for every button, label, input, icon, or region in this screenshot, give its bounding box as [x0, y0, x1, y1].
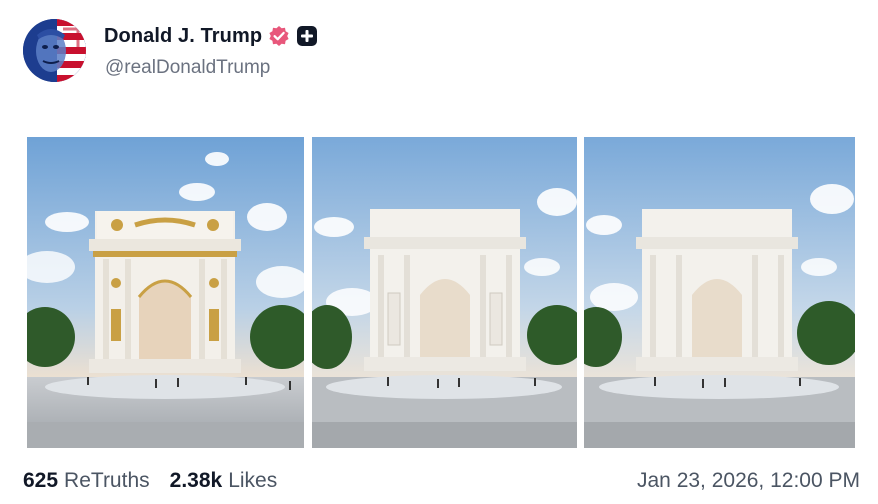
plus-badge-icon [297, 26, 318, 46]
author-handle[interactable]: @realDonaldTrump [105, 57, 270, 79]
post-image-3[interactable] [584, 137, 855, 448]
author-display-name[interactable]: Donald J. Trump [104, 25, 262, 48]
likes-label: Likes [228, 469, 278, 492]
post-timestamp[interactable]: Jan 23, 2026, 12:00 PM [637, 469, 860, 493]
post-image-2[interactable] [312, 137, 577, 448]
arch-image-plain [584, 137, 855, 448]
retruths-label: ReTruths [64, 469, 150, 492]
verified-check-icon [269, 26, 289, 46]
arch-image-gilded [27, 137, 304, 448]
avatar-image [23, 19, 86, 82]
retruths-stat[interactable]: 625 ReTruths [23, 469, 150, 493]
likes-stat[interactable]: 2.38k Likes [170, 469, 278, 493]
engagement-stats: 625 ReTruths 2.38k Likes [23, 469, 297, 493]
likes-count: 2.38k [169, 469, 223, 492]
avatar[interactable] [23, 19, 86, 82]
retruths-count: 625 [23, 469, 59, 492]
post-image-1[interactable] [27, 137, 304, 448]
arch-image-statues [312, 137, 577, 448]
